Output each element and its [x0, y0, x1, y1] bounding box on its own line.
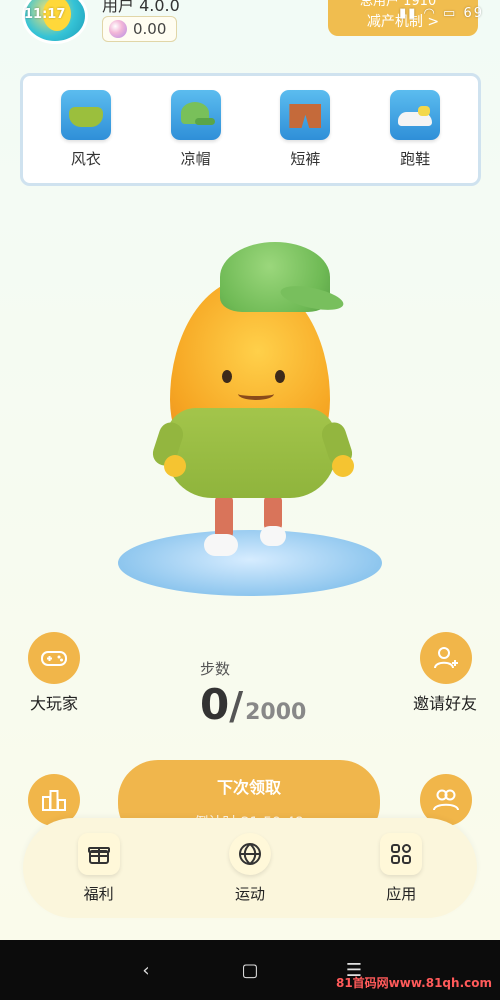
home-icon[interactable]: ▢	[238, 960, 262, 981]
outfit-label: 跑鞋	[400, 150, 431, 168]
nav-label: 运动	[234, 884, 265, 903]
gift-icon	[77, 832, 120, 875]
steps-current: 0	[200, 680, 230, 729]
basketball-icon	[228, 832, 271, 875]
nav-label: 应用	[386, 884, 417, 903]
outfit-item-sneakers[interactable]: 跑鞋	[369, 90, 461, 169]
mango-mascot[interactable]	[149, 240, 360, 570]
nav-sport[interactable]: 运动	[195, 832, 305, 904]
claim-title: 下次领取	[216, 778, 281, 797]
balance-value: 0.00	[133, 20, 167, 38]
podium-icon	[42, 790, 66, 811]
battery-level: 69	[463, 6, 484, 21]
status-time: 11:17	[24, 7, 66, 22]
outfit-panel: 风衣 凉帽 短裤 跑鞋	[20, 73, 481, 186]
group-icon	[433, 789, 459, 811]
back-icon[interactable]: ‹	[134, 960, 158, 981]
user-name: 用户 4.0.0	[102, 0, 180, 15]
sneaker-icon	[390, 90, 441, 140]
gem-icon	[109, 20, 127, 38]
gamepad-icon	[41, 651, 67, 666]
signal-icon: ▮▮	[399, 6, 418, 21]
outfit-item-shorts[interactable]: 短裤	[259, 90, 351, 169]
invite-friends-label: 邀请好友	[412, 694, 477, 713]
outfit-item-cap[interactable]: 凉帽	[150, 90, 242, 169]
header: 11:17 用户 4.0.0 0.00 减产机制 > 总用户 1910 ▮▮ ◠…	[0, 0, 500, 60]
outfit-label: 风衣	[70, 150, 101, 168]
watermark: 81首码网www.81qh.com	[335, 976, 492, 990]
bottom-nav: 福利 运动 应用	[23, 818, 477, 918]
add-user-icon	[434, 647, 458, 669]
balance-pill[interactable]: 0.00	[102, 16, 178, 42]
shorts-icon	[280, 90, 331, 140]
invite-friends-button[interactable]	[420, 632, 472, 684]
status-icons: ▮▮ ◠ ▭ 69	[399, 6, 484, 21]
big-player-button[interactable]	[28, 632, 80, 684]
system-nav-bar: ‹ ▢ ☰	[0, 940, 500, 1000]
steps-separator: /	[229, 684, 244, 728]
outfit-label: 凉帽	[180, 150, 211, 168]
steps-label: 步数	[200, 660, 231, 678]
apps-grid-icon	[380, 832, 423, 875]
nav-label: 福利	[83, 884, 114, 903]
outfit-item-jacket[interactable]: 风衣	[40, 90, 132, 169]
steps-counter: 0 / 2000	[200, 680, 306, 729]
battery-icon: ▭	[443, 6, 458, 21]
nav-welfare[interactable]: 福利	[44, 832, 154, 904]
nav-apps[interactable]: 应用	[346, 832, 456, 904]
cap-icon	[170, 90, 221, 140]
wifi-icon: ◠	[423, 6, 437, 21]
big-player-label: 大玩家	[29, 694, 78, 713]
outfit-label: 短裤	[290, 150, 321, 168]
jacket-icon	[60, 90, 111, 140]
steps-goal: 2000	[245, 700, 307, 725]
